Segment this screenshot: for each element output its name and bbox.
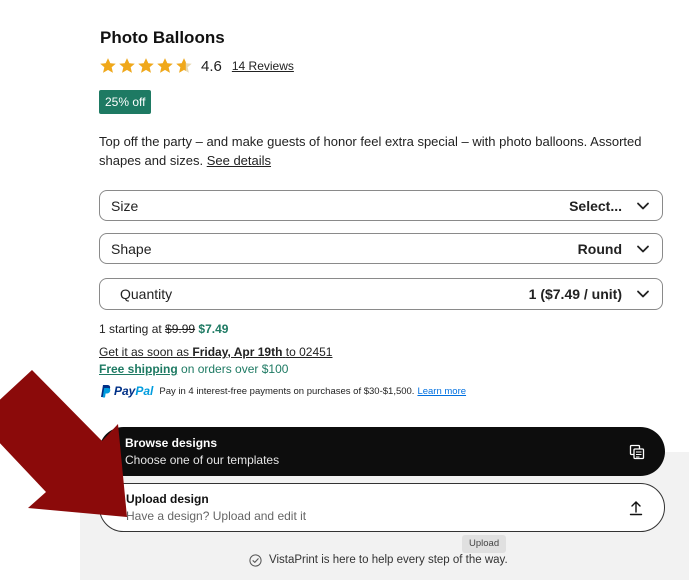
annotation-arrow-icon [0, 370, 127, 517]
